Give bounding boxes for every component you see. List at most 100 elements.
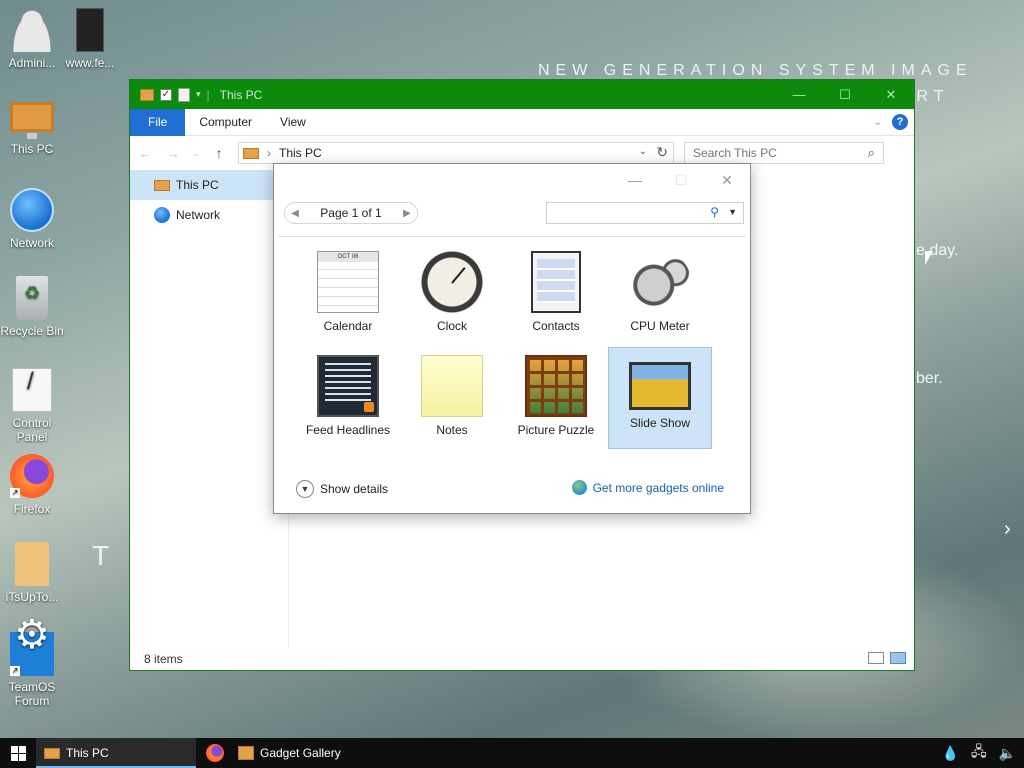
firefox-icon xyxy=(206,744,224,762)
maximize-button[interactable]: ☐ xyxy=(822,80,868,109)
desktop-icon-network[interactable]: Network xyxy=(0,188,64,250)
desktop-icon-itsupto[interactable]: iTsUpTo... xyxy=(0,542,64,604)
nav-item-this-pc[interactable]: This PC xyxy=(130,170,288,200)
details-view-button[interactable] xyxy=(868,652,884,664)
gadget-label: CPU Meter xyxy=(630,319,690,333)
customize-dropdown-icon[interactable]: ▾ xyxy=(196,89,201,100)
address-bar[interactable]: › This PC ⌄ ↻ xyxy=(238,142,674,164)
search-icon[interactable]: ⚲ xyxy=(710,205,719,219)
tab-computer[interactable]: Computer xyxy=(185,109,266,136)
ribbon-right: ⌄ ? xyxy=(874,114,908,130)
window-controls: — ☐ ✕ xyxy=(776,80,914,109)
recent-locations-dropdown[interactable]: ⌄ xyxy=(192,148,200,159)
contacts-icon xyxy=(531,251,581,313)
network-status-icon[interactable]: 🖧 xyxy=(971,741,987,765)
breadcrumb-this-pc[interactable]: This PC xyxy=(279,146,322,160)
gadget-clock[interactable]: Clock xyxy=(400,243,504,345)
gallery-close-button[interactable]: ✕ xyxy=(704,164,750,196)
gallery-toolbar: ◀ Page 1 of 1 ▶ ⚲ ▼ xyxy=(284,202,748,224)
desktop-icon-teamos-forum[interactable]: ↗ TeamOS Forum xyxy=(0,628,64,708)
refresh-icon[interactable]: ↻ xyxy=(656,144,668,161)
desktop-icon-label: Network xyxy=(9,236,54,250)
desktop-icon-administrator[interactable]: Admini... xyxy=(0,8,64,70)
volume-icon[interactable]: 🔈 xyxy=(999,745,1016,762)
taskbar-item-this-pc[interactable]: This PC xyxy=(36,738,196,768)
status-bar: 8 items xyxy=(130,648,914,670)
globe-icon xyxy=(571,480,587,495)
gallery-maximize-button[interactable]: ☐ xyxy=(658,164,704,196)
gadget-cpu-meter[interactable]: CPU Meter xyxy=(608,243,712,345)
desktop-icon-recycle-bin[interactable]: Recycle Bin xyxy=(0,276,64,338)
window-title: This PC xyxy=(219,87,263,102)
title-bar[interactable]: ✓ ▾ | This PC — ☐ ✕ xyxy=(130,80,914,109)
computer-icon xyxy=(10,102,54,139)
gadget-grid: Calendar Clock Contacts CPU Meter Feed H… xyxy=(278,236,746,466)
large-icons-view-button[interactable] xyxy=(890,652,906,664)
control-panel-icon xyxy=(12,368,52,412)
gadget-calendar[interactable]: Calendar xyxy=(296,243,400,345)
nav-item-network[interactable]: Network xyxy=(130,200,288,230)
taskbar-item-firefox[interactable] xyxy=(200,738,230,768)
gallery-title-bar[interactable]: — ☐ ✕ xyxy=(274,164,750,196)
desktop-icon-label: Control Panel xyxy=(12,416,52,444)
forward-button[interactable]: → xyxy=(164,145,182,161)
properties-icon[interactable]: ✓ xyxy=(160,88,172,101)
close-button[interactable]: ✕ xyxy=(868,80,914,109)
desktop-icon-label: Firefox xyxy=(13,502,51,516)
taskbar: This PC Gadget Gallery 💧 🖧 🔈 xyxy=(0,738,1024,768)
quick-access-toolbar: ✓ ▾ | xyxy=(130,87,210,102)
gadget-feed-headlines[interactable]: Feed Headlines xyxy=(296,347,400,449)
picture-puzzle-icon xyxy=(525,355,587,417)
expand-ribbon-icon[interactable]: ⌄ xyxy=(874,117,882,128)
taskbar-item-label: Gadget Gallery xyxy=(260,746,341,760)
wallpaper-text-day: e day. xyxy=(916,242,959,259)
show-details-button[interactable]: ▼ Show details xyxy=(296,480,388,498)
desktop-icon-firefox[interactable]: ↗ Firefox xyxy=(0,454,64,516)
desktop-icon-this-pc[interactable]: This PC xyxy=(0,96,64,156)
desktop-icon-label: Recycle Bin xyxy=(0,324,64,338)
new-folder-icon[interactable] xyxy=(178,87,190,102)
up-button[interactable]: ↑ xyxy=(210,145,228,161)
help-icon[interactable]: ? xyxy=(892,114,908,130)
slide-show-icon xyxy=(629,362,691,410)
desktop-icon-label: Admini... xyxy=(8,56,56,70)
desktop-icon-label: www.fe... xyxy=(65,56,115,70)
gadget-gallery-icon xyxy=(238,746,254,760)
minimize-button[interactable]: — xyxy=(776,80,822,109)
desktop-icon-control-panel[interactable]: Control Panel xyxy=(0,368,64,444)
nav-item-label: Network xyxy=(176,208,221,222)
back-button[interactable]: ← xyxy=(136,145,154,161)
item-count: 8 items xyxy=(144,652,183,666)
tab-view[interactable]: View xyxy=(266,109,320,136)
tab-file[interactable]: File xyxy=(130,108,186,136)
gadget-label: Clock xyxy=(436,319,467,333)
address-dropdown-icon[interactable]: ⌄ xyxy=(639,146,647,157)
desktop-icon-file[interactable]: www.fe... xyxy=(58,8,122,70)
start-button[interactable] xyxy=(0,738,36,768)
chevron-right-icon[interactable]: › xyxy=(1004,518,1011,541)
gadget-gallery-window: — ☐ ✕ ◀ Page 1 of 1 ▶ ⚲ ▼ Calendar Clock… xyxy=(273,163,751,514)
wallpaper-text-title: NEW GENERATION SYSTEM IMAGE xyxy=(538,62,973,79)
gadget-contacts[interactable]: Contacts xyxy=(504,243,608,345)
system-tray: 💧 🖧 🔈 xyxy=(942,738,1024,768)
gallery-minimize-button[interactable]: — xyxy=(612,164,658,196)
page-indicator: Page 1 of 1 xyxy=(320,206,382,220)
ribbon-tabs: File Computer View ⌄ ? xyxy=(130,108,914,136)
droplet-icon[interactable]: 💧 xyxy=(942,745,959,762)
taskbar-item-gadget-gallery[interactable]: Gadget Gallery xyxy=(230,738,386,768)
gadget-notes[interactable]: Notes xyxy=(400,347,504,449)
previous-page-button[interactable]: ◀ xyxy=(285,208,305,219)
search-dropdown-icon[interactable]: ▼ xyxy=(728,207,737,217)
pager: ◀ Page 1 of 1 ▶ xyxy=(284,202,418,224)
search-input[interactable]: Search This PC ⌕ xyxy=(684,142,884,164)
shortcut-arrow-icon: ↗ xyxy=(10,488,20,498)
gadget-search-input[interactable]: ⚲ ▼ xyxy=(546,202,744,224)
cpu-meter-icon xyxy=(629,251,691,313)
gadget-picture-puzzle[interactable]: Picture Puzzle xyxy=(504,347,608,449)
gadget-slide-show[interactable]: Slide Show xyxy=(608,347,712,449)
get-more-gadgets-link[interactable]: Get more gadgets online xyxy=(571,480,724,495)
notes-icon xyxy=(421,355,483,417)
next-page-button[interactable]: ▶ xyxy=(397,208,417,219)
navigation-pane: This PC Network xyxy=(130,170,288,648)
calendar-icon xyxy=(317,251,379,313)
